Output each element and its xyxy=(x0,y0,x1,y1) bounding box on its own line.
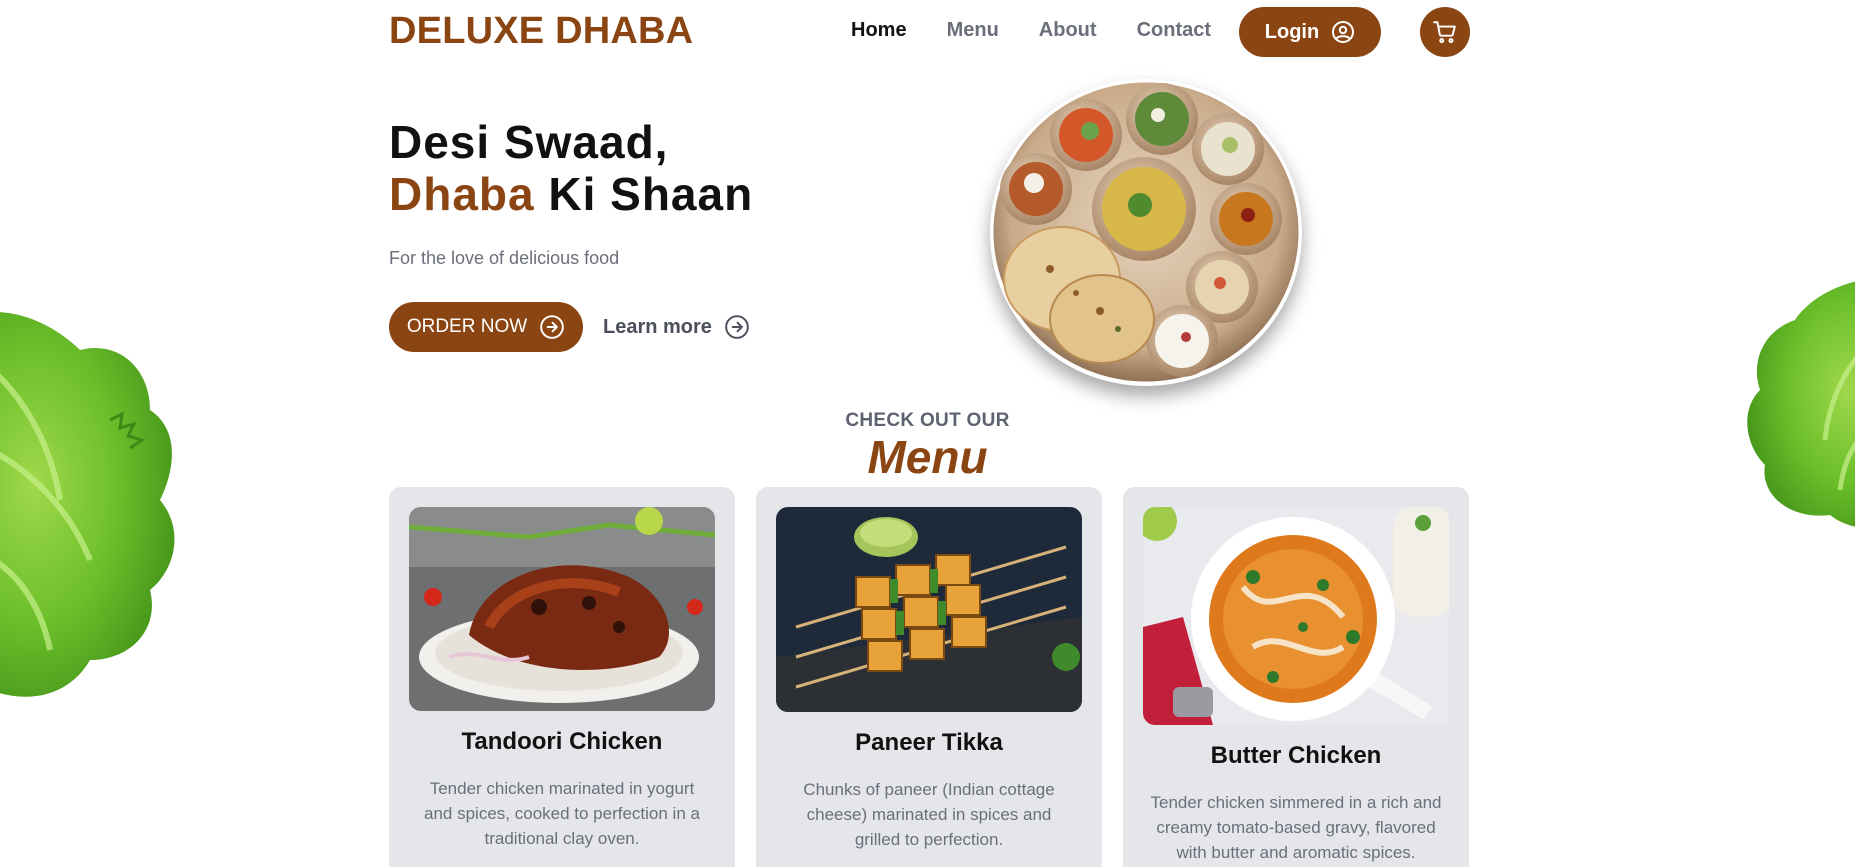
order-now-label: ORDER NOW xyxy=(406,316,528,337)
hero-tagline: For the love of delicious food xyxy=(389,248,620,268)
order-now-button[interactable]: ORDER NOW xyxy=(389,302,583,352)
hero-title-line1: Desi Swaad, xyxy=(389,116,669,168)
menu-card-butter-chicken[interactable]: Butter Chicken Tender chicken simmered i… xyxy=(1123,487,1469,867)
nav-item-home[interactable]: Home xyxy=(851,19,907,42)
menu-item-description: Tender chicken marinated in yogurt and s… xyxy=(424,779,700,848)
menu-card-tandoori-chicken[interactable]: Tandoori Chicken Tender chicken marinate… xyxy=(389,487,735,867)
nav-item-contact[interactable]: Contact xyxy=(1137,19,1211,42)
menu-title: Menu xyxy=(867,431,988,483)
hero-title-rest: Ki Shaan xyxy=(534,168,754,220)
menu-item-name: Butter Chicken xyxy=(1210,742,1382,769)
lettuce-decoration-left xyxy=(0,312,175,697)
menu-card-paneer-tikka[interactable]: Paneer Tikka Chunks of paneer (Indian co… xyxy=(756,487,1102,867)
learn-more-link[interactable]: Learn more xyxy=(603,314,750,340)
menu-item-name: Paneer Tikka xyxy=(855,729,1003,756)
thali-image xyxy=(990,79,1302,385)
hero-actions: ORDER NOW Learn more xyxy=(389,302,750,352)
cart-button[interactable] xyxy=(1420,7,1470,57)
butter-chicken-image xyxy=(1143,507,1449,725)
login-label: Login xyxy=(1264,20,1320,43)
arrow-right-circle-icon xyxy=(540,315,564,339)
paneer-tikka-image xyxy=(776,507,1082,712)
menu-item-description: Chunks of paneer (Indian cottage cheese)… xyxy=(803,780,1055,849)
menu-item-name: Tandoori Chicken xyxy=(461,728,663,755)
login-button[interactable]: Login xyxy=(1239,7,1381,57)
brand-logo[interactable]: DELUXE DHABA xyxy=(389,10,693,53)
lettuce-decoration-right xyxy=(1747,281,1855,527)
cart-icon xyxy=(1433,21,1456,44)
nav-item-menu[interactable]: Menu xyxy=(947,19,999,42)
menu-eyebrow: CHECK OUT OUR xyxy=(845,410,1010,431)
hero-title-accent: Dhaba xyxy=(389,168,535,220)
menu-heading: CHECK OUT OUR Menu xyxy=(0,410,1855,480)
menu-item-description: Tender chicken simmered in a rich and cr… xyxy=(1150,793,1442,862)
nav-item-about[interactable]: About xyxy=(1039,19,1097,42)
hero-title: Desi Swaad, Dhaba Ki Shaan xyxy=(389,116,909,220)
user-circle-icon xyxy=(1332,21,1355,43)
main-nav: Home Menu About Contact xyxy=(851,19,1211,42)
site-header: DELUXE DHABA Home Menu About Contact Log… xyxy=(389,0,1470,66)
learn-more-label: Learn more xyxy=(603,315,712,338)
tandoori-chicken-image xyxy=(409,507,715,711)
hero-section: Desi Swaad, Dhaba Ki Shaan For the love … xyxy=(389,116,909,352)
arrow-right-circle-icon xyxy=(725,315,749,339)
